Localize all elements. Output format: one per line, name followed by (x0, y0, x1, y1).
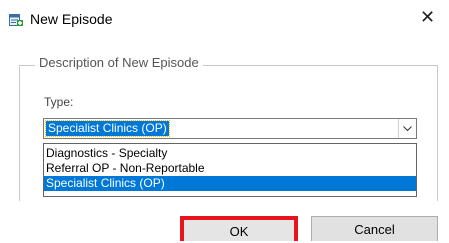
type-dropdown-list[interactable]: Diagnostics - Specialty Referral OP - No… (43, 143, 417, 197)
close-icon[interactable]: ✕ (420, 8, 435, 26)
dropdown-option[interactable]: Diagnostics - Specialty (44, 146, 416, 161)
dropdown-option-selected[interactable]: Specialist Clinics (OP) (44, 176, 416, 191)
dropdown-option[interactable]: Referral OP - Non-Reportable (44, 161, 416, 176)
cancel-button[interactable]: Cancel (311, 216, 438, 241)
chevron-down-icon[interactable] (398, 119, 416, 138)
type-combobox[interactable]: Specialist Clinics (OP) (43, 118, 417, 139)
groupbox-legend: Description of New Episode (35, 55, 203, 70)
title-bar: New Episode ✕ (0, 0, 449, 40)
type-selected-value: Specialist Clinics (OP) (45, 120, 170, 137)
new-episode-icon (9, 13, 23, 27)
ok-button[interactable]: OK (180, 216, 298, 241)
dialog-title: New Episode (30, 11, 113, 27)
type-label: Type: (44, 95, 74, 109)
